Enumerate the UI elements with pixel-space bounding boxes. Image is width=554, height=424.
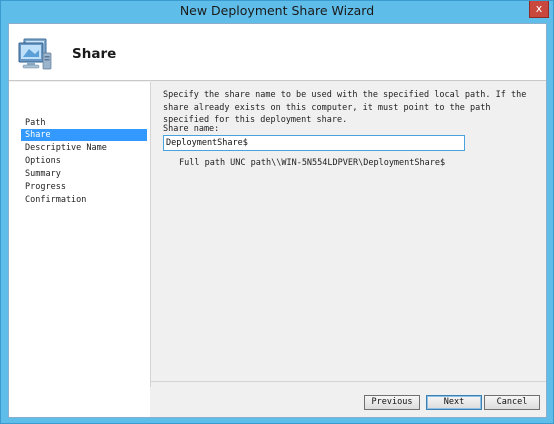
wizard-content: Specify the share name to be used with t… <box>150 82 546 387</box>
nav-item-path[interactable]: Path <box>21 117 147 129</box>
nav-item-descriptive-name[interactable]: Descriptive Name <box>21 142 147 154</box>
wizard-step-list: Path Share Descriptive Name Options Summ… <box>9 82 150 417</box>
wizard-header: Share <box>9 24 546 81</box>
nav-item-confirmation[interactable]: Confirmation <box>21 194 147 206</box>
wizard-footer: Previous Next Cancel <box>150 381 546 417</box>
page-title: Share <box>72 46 117 62</box>
cancel-button[interactable]: Cancel <box>484 395 540 410</box>
full-unc-path-text: Full path UNC path\\WIN-5N554LDPVER\Depl… <box>179 158 446 168</box>
share-name-input[interactable] <box>163 135 465 151</box>
wizard-window: New Deployment Share Wizard x Share Path… <box>0 0 554 424</box>
nav-item-summary[interactable]: Summary <box>21 168 147 180</box>
share-name-label: Share name: <box>163 124 220 134</box>
nav-item-options[interactable]: Options <box>21 155 147 167</box>
window-title: New Deployment Share Wizard <box>179 3 375 18</box>
title-bar[interactable]: New Deployment Share Wizard x <box>1 1 553 22</box>
previous-button[interactable]: Previous <box>364 395 420 410</box>
next-button[interactable]: Next <box>426 395 482 410</box>
nav-item-progress[interactable]: Progress <box>21 181 147 193</box>
instructions-text: Specify the share name to be used with t… <box>163 90 527 125</box>
close-button[interactable]: x <box>529 1 549 18</box>
nav-item-share[interactable]: Share <box>21 129 147 141</box>
computer-network-icon <box>18 38 52 70</box>
wizard-client-area: Share Path Share Descriptive Name Option… <box>8 23 547 418</box>
